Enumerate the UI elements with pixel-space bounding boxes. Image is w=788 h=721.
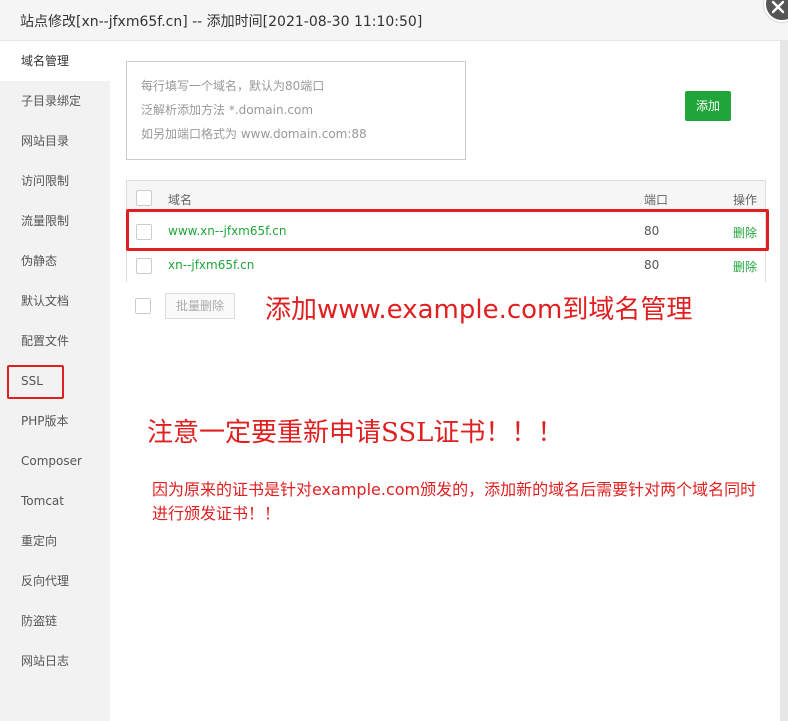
sidebar-item-domain-management[interactable]: 域名管理	[0, 41, 110, 81]
header-port: 端口	[644, 193, 669, 207]
sidebar-item-subdirectory-binding[interactable]: 子目录绑定	[0, 81, 110, 121]
sidebar-item-hotlink-protection[interactable]: 防盗链	[0, 601, 110, 641]
sidebar-item-default-document[interactable]: 默认文档	[0, 281, 110, 321]
sidebar-item-site-log[interactable]: 网站日志	[0, 641, 110, 681]
annotation-ssl-explanation: 因为原来的证书是针对example.com颁发的，添加新的域名后需要针对两个域名…	[152, 480, 757, 523]
header-domain: 域名	[168, 193, 193, 207]
sidebar-item-traffic-limit[interactable]: 流量限制	[0, 201, 110, 241]
close-icon	[771, 0, 785, 14]
row-checkbox[interactable]	[136, 258, 152, 274]
sidebar-item-tomcat[interactable]: Tomcat	[0, 481, 110, 521]
annotation-add-domain: 添加www.example.com到域名管理	[265, 295, 693, 325]
dialog-edge	[780, 40, 788, 721]
sidebar-item-access-restriction[interactable]: 访问限制	[0, 161, 110, 201]
sidebar-item-config-file[interactable]: 配置文件	[0, 321, 110, 361]
batch-delete-button[interactable]: 批量删除	[165, 293, 235, 319]
dialog-title: 站点修改[xn--jfxm65f.cn] -- 添加时间[2021-08-30 …	[20, 14, 423, 30]
add-domain-button[interactable]: 添加	[685, 91, 731, 121]
dialog-titlebar: 站点修改[xn--jfxm65f.cn] -- 添加时间[2021-08-30 …	[0, 0, 786, 41]
header-action: 操作	[733, 193, 758, 207]
batch-select-checkbox[interactable]	[135, 298, 151, 314]
sidebar-item-rewrite[interactable]: 伪静态	[0, 241, 110, 281]
domain-placeholder-line: 泛解析添加方法 *.domain.com	[141, 103, 314, 117]
domain-placeholder-line: 每行填写一个域名，默认为80端口	[141, 79, 325, 93]
table-row: xn--jfxm65f.cn 80 删除	[127, 248, 765, 283]
delete-link[interactable]: 删除	[733, 258, 757, 275]
annotation-ssl-warning: 注意一定要重新申请SSL证书！！！	[147, 418, 564, 448]
sidebar-item-site-directory[interactable]: 网站目录	[0, 121, 110, 161]
new-domain-highlight-box	[126, 209, 769, 251]
sidebar-item-reverse-proxy[interactable]: 反向代理	[0, 561, 110, 601]
sidebar-item-php-version[interactable]: PHP版本	[0, 401, 110, 441]
domain-link[interactable]: xn--jfxm65f.cn	[168, 258, 254, 272]
domain-textarea[interactable]: 每行填写一个域名，默认为80端口 泛解析添加方法 *.domain.com 如另…	[126, 61, 466, 160]
site-edit-dialog: 站点修改[xn--jfxm65f.cn] -- 添加时间[2021-08-30 …	[0, 0, 788, 721]
domain-placeholder-line: 如另加端口格式为 www.domain.com:88	[141, 127, 367, 141]
select-all-checkbox[interactable]	[136, 190, 152, 206]
port-value: 80	[644, 258, 660, 272]
sidebar-item-redirect[interactable]: 重定向	[0, 521, 110, 561]
sidebar-item-composer[interactable]: Composer	[0, 441, 110, 481]
ssl-highlight-box	[7, 365, 64, 399]
